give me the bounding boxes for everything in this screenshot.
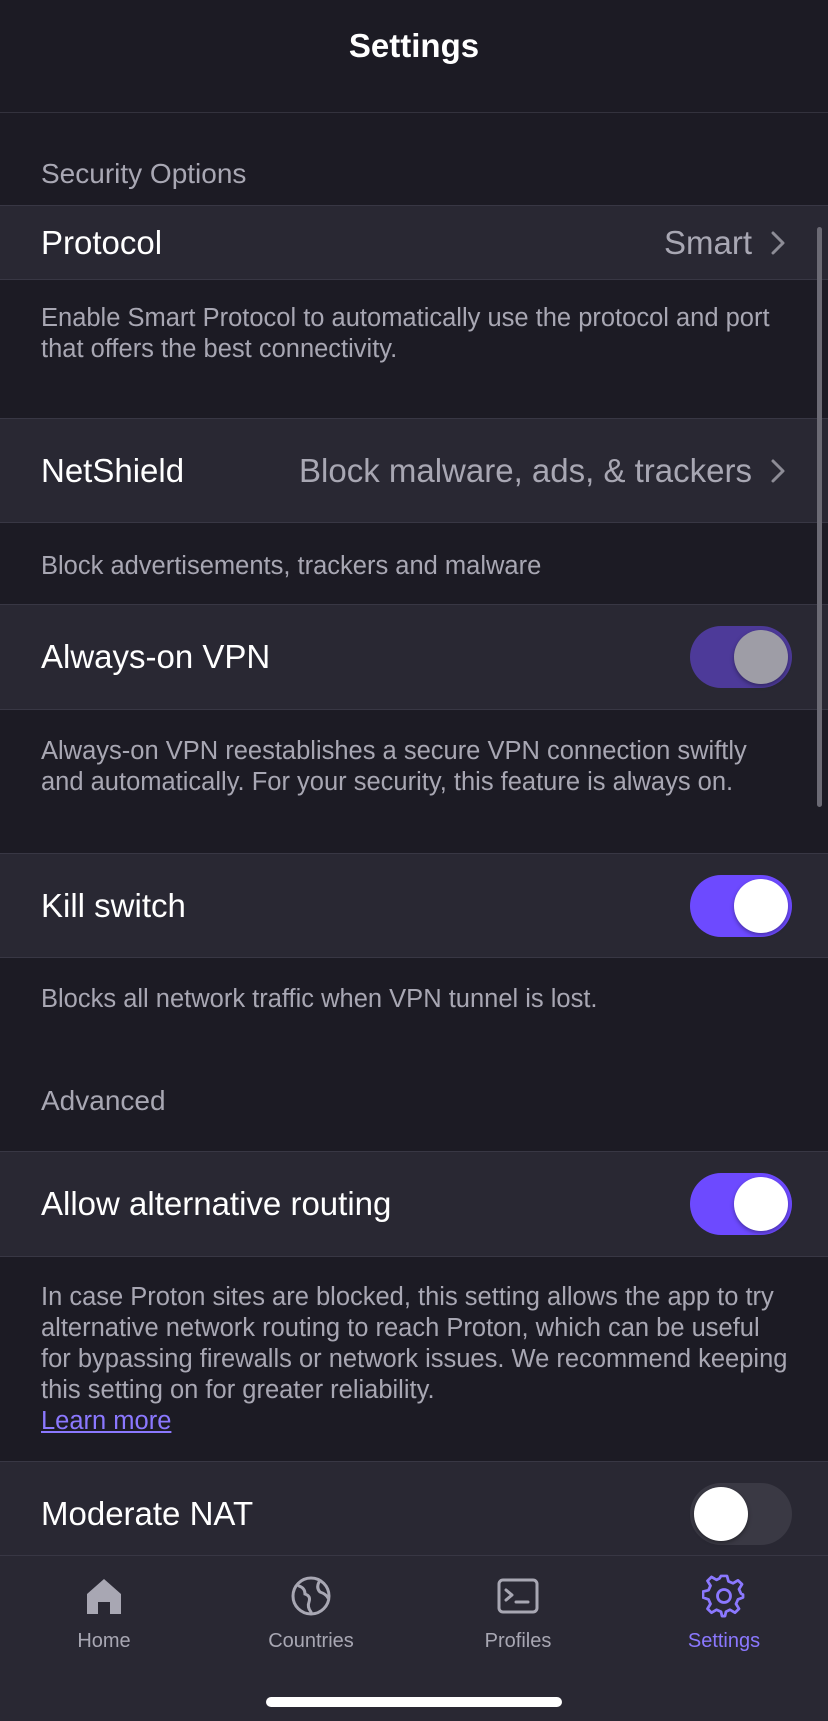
navigation-bar: Settings [0, 0, 828, 113]
terminal-icon [497, 1578, 539, 1614]
always-on-vpn-row: Always-on VPN [0, 604, 828, 710]
kill-switch-description: Blocks all network traffic when VPN tunn… [41, 985, 598, 1013]
kill-switch-toggle[interactable] [690, 874, 792, 937]
home-indicator [266, 1697, 562, 1707]
netshield-label: NetShield [41, 451, 185, 489]
toggle-knob [734, 1177, 788, 1231]
tab-profiles[interactable]: Profiles [438, 1574, 598, 1653]
alternative-routing-toggle[interactable] [690, 1173, 792, 1235]
always-on-vpn-toggle [690, 626, 792, 688]
tab-settings[interactable]: Settings [644, 1574, 804, 1653]
netshield-description: Block advertisements, trackers and malwa… [41, 552, 542, 580]
kill-switch-row[interactable]: Kill switch [0, 853, 828, 958]
protocol-row[interactable]: Protocol Smart [0, 205, 828, 280]
protocol-label: Protocol [41, 223, 163, 261]
chevron-right-icon [771, 459, 785, 482]
section-header-advanced: Advanced [41, 1085, 166, 1116]
moderate-nat-row[interactable]: Moderate NAT [0, 1461, 828, 1555]
page-title: Settings [348, 27, 480, 64]
scrollbar[interactable] [817, 227, 822, 807]
moderate-nat-label: Moderate NAT [41, 1495, 254, 1532]
toggle-knob [694, 1487, 748, 1541]
protocol-description: Enable Smart Protocol to automatically u… [41, 304, 770, 363]
moderate-nat-toggle[interactable] [690, 1483, 792, 1545]
always-on-vpn-label: Always-on VPN [41, 638, 271, 675]
home-icon [87, 1579, 121, 1614]
tab-label: Countries [268, 1630, 354, 1652]
toggle-knob [734, 630, 788, 684]
always-on-vpn-description: Always-on VPN reestablishes a secure VPN… [41, 737, 747, 796]
tab-home[interactable]: Home [24, 1574, 184, 1653]
gear-icon [702, 1574, 745, 1618]
alternative-routing-description-text: In case Proton sites are blocked, this s… [41, 1283, 788, 1404]
chevron-right-icon [771, 231, 785, 254]
netshield-value: Block malware, ads, & trackers [299, 451, 752, 489]
tab-countries[interactable]: Countries [231, 1574, 391, 1653]
kill-switch-label: Kill switch [41, 886, 186, 924]
alternative-routing-row[interactable]: Allow alternative routing [0, 1151, 828, 1257]
tab-label: Settings [687, 1630, 761, 1652]
globe-icon [291, 1576, 331, 1616]
toggle-knob [734, 878, 788, 933]
learn-more-link[interactable]: Learn more [41, 1407, 171, 1435]
section-header-security: Security Options [41, 158, 247, 189]
protocol-value: Smart [663, 223, 752, 261]
settings-list[interactable]: Security Options Protocol Smart Enable S… [0, 113, 828, 1555]
alternative-routing-label: Allow alternative routing [41, 1185, 392, 1222]
netshield-row[interactable]: NetShield Block malware, ads, & trackers [0, 418, 828, 523]
tab-label: Home [77, 1630, 131, 1652]
tab-label: Profiles [484, 1630, 552, 1652]
alternative-routing-description: In case Proton sites are blocked, this s… [41, 1282, 791, 1437]
